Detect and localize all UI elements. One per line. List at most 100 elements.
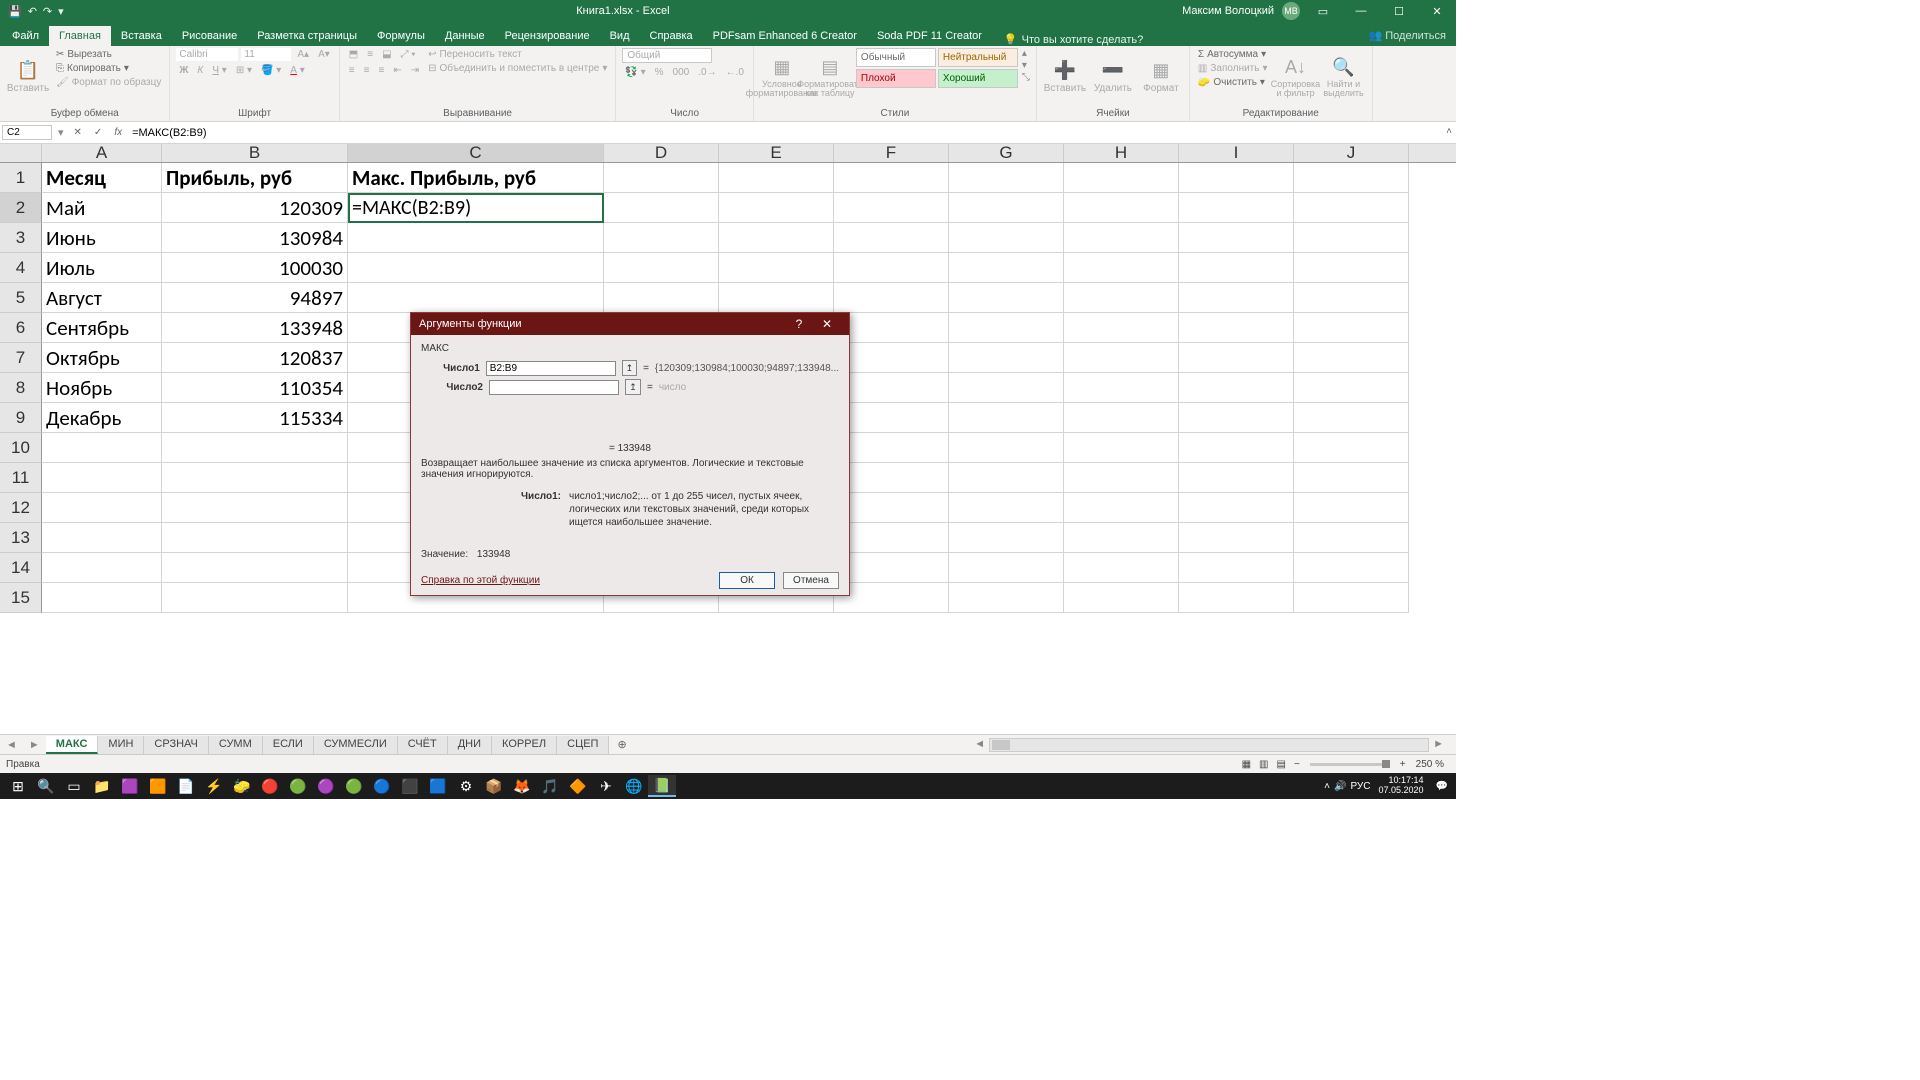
app-icon-9[interactable]: 🟢 — [340, 775, 368, 797]
cell[interactable] — [1294, 253, 1409, 283]
collapse-ribbon-icon[interactable]: ˄ — [1446, 126, 1452, 137]
currency-icon[interactable]: 💱 ▾ — [622, 66, 648, 79]
clear-button[interactable]: 🧽Очистить ▾ — [1196, 76, 1270, 89]
cell[interactable] — [1294, 583, 1409, 613]
col-head-d[interactable]: D — [604, 144, 719, 162]
row-head-7[interactable]: 7 — [0, 343, 42, 373]
close-button[interactable]: ✕ — [1422, 5, 1452, 18]
app-icon-10[interactable]: 🔵 — [368, 775, 396, 797]
cell[interactable] — [834, 583, 949, 613]
cell[interactable] — [1179, 583, 1294, 613]
zoom-slider[interactable] — [1310, 763, 1390, 766]
cell[interactable] — [1064, 553, 1179, 583]
cell[interactable] — [1179, 313, 1294, 343]
cell[interactable] — [834, 223, 949, 253]
cell[interactable] — [1294, 283, 1409, 313]
sheet-tab[interactable]: ДНИ — [448, 736, 492, 754]
font-family-combo[interactable]: Calibri — [176, 48, 238, 61]
cell[interactable] — [949, 463, 1064, 493]
cell[interactable] — [834, 553, 949, 583]
align-top-icon[interactable]: ⬒ — [346, 48, 361, 61]
chrome-icon[interactable]: 🌐 — [620, 775, 648, 797]
merge-button[interactable]: ⊟Объединить и поместить в центре ▾ — [426, 62, 609, 75]
cell[interactable]: Июнь — [42, 223, 162, 253]
cell[interactable]: Май — [42, 193, 162, 223]
cell[interactable] — [348, 253, 604, 283]
style-neutral[interactable]: Нейтральный — [938, 48, 1018, 67]
sort-filter-button[interactable]: A↓Сортировка и фильтр — [1274, 48, 1318, 106]
row-head-5[interactable]: 5 — [0, 283, 42, 313]
dialog-titlebar[interactable]: Аргументы функции ? ✕ — [411, 313, 849, 335]
cell[interactable] — [1294, 463, 1409, 493]
zoom-level[interactable]: 250 % — [1410, 759, 1450, 770]
row-head-10[interactable]: 10 — [0, 433, 42, 463]
cell[interactable] — [162, 583, 348, 613]
cell[interactable] — [42, 583, 162, 613]
cell[interactable]: Макс. Прибыль, руб — [348, 163, 604, 193]
cell[interactable] — [1064, 343, 1179, 373]
align-left-icon[interactable]: ≡ — [346, 64, 358, 77]
tab-help[interactable]: Справка — [640, 26, 703, 46]
app-icon-12[interactable]: 🟦 — [424, 775, 452, 797]
cell[interactable] — [949, 193, 1064, 223]
cell[interactable] — [834, 343, 949, 373]
sheet-tab[interactable]: МАКС — [46, 736, 99, 754]
cell[interactable] — [834, 283, 949, 313]
font-size-combo[interactable]: 11 — [241, 48, 291, 61]
cell[interactable] — [1179, 493, 1294, 523]
cell[interactable] — [1064, 283, 1179, 313]
redo-icon[interactable]: ↷ — [43, 5, 52, 18]
minimize-button[interactable]: — — [1346, 5, 1376, 17]
sheet-tab[interactable]: СЧЁТ — [398, 736, 448, 754]
undo-icon[interactable]: ↶ — [28, 5, 37, 18]
zoom-in-button[interactable]: + — [1396, 759, 1410, 770]
app-icon-3[interactable]: 📄 — [172, 775, 200, 797]
fill-color-button[interactable]: 🪣 ▾ — [258, 64, 284, 77]
styles-scroll-down-icon[interactable]: ▾ — [1022, 60, 1030, 71]
cell[interactable] — [42, 493, 162, 523]
col-head-e[interactable]: E — [719, 144, 834, 162]
cell[interactable] — [604, 253, 719, 283]
row-head-9[interactable]: 9 — [0, 403, 42, 433]
row-head-8[interactable]: 8 — [0, 373, 42, 403]
horizontal-scrollbar[interactable] — [989, 738, 1429, 752]
cell[interactable] — [949, 283, 1064, 313]
format-painter-button[interactable]: 🖌Формат по образцу — [54, 76, 163, 89]
font-color-button[interactable]: А ▾ — [287, 64, 307, 77]
underline-button[interactable]: Ч ▾ — [209, 64, 229, 77]
cell[interactable] — [1064, 253, 1179, 283]
cell[interactable] — [1179, 523, 1294, 553]
dialog-help-button[interactable]: ? — [785, 317, 813, 331]
app-icon-7[interactable]: 🟢 — [284, 775, 312, 797]
cell[interactable]: 100030 — [162, 253, 348, 283]
percent-icon[interactable]: % — [652, 66, 667, 79]
cell[interactable] — [162, 463, 348, 493]
cell[interactable] — [949, 343, 1064, 373]
hscroll-left-icon[interactable]: ◄ — [970, 738, 989, 752]
col-head-c[interactable]: C — [348, 144, 604, 162]
cell[interactable] — [1064, 493, 1179, 523]
cell[interactable] — [1179, 193, 1294, 223]
app-icon-11[interactable]: ⬛ — [396, 775, 424, 797]
autosum-button[interactable]: ΣАвтосумма ▾ — [1196, 48, 1270, 61]
cell[interactable] — [719, 253, 834, 283]
cell[interactable] — [1064, 403, 1179, 433]
paste-button[interactable]: 📋 Вставить — [6, 48, 50, 106]
delete-cells-button[interactable]: ➖Удалить — [1091, 48, 1135, 106]
cell[interactable] — [719, 223, 834, 253]
cell[interactable]: Июль — [42, 253, 162, 283]
cell[interactable] — [719, 193, 834, 223]
cell[interactable] — [949, 433, 1064, 463]
row-head-11[interactable]: 11 — [0, 463, 42, 493]
cell[interactable] — [1064, 463, 1179, 493]
row-head-1[interactable]: 1 — [0, 163, 42, 193]
cell[interactable]: Месяц — [42, 163, 162, 193]
cell[interactable] — [949, 373, 1064, 403]
app-icon-1[interactable]: 🟪 — [116, 775, 144, 797]
cell[interactable]: 110354 — [162, 373, 348, 403]
arg2-input[interactable] — [489, 380, 619, 395]
taskview-icon[interactable]: ▭ — [60, 775, 88, 797]
col-head-b[interactable]: B — [162, 144, 348, 162]
sheet-tab[interactable]: СРЗНАЧ — [144, 736, 208, 754]
zoom-out-button[interactable]: − — [1290, 759, 1304, 770]
